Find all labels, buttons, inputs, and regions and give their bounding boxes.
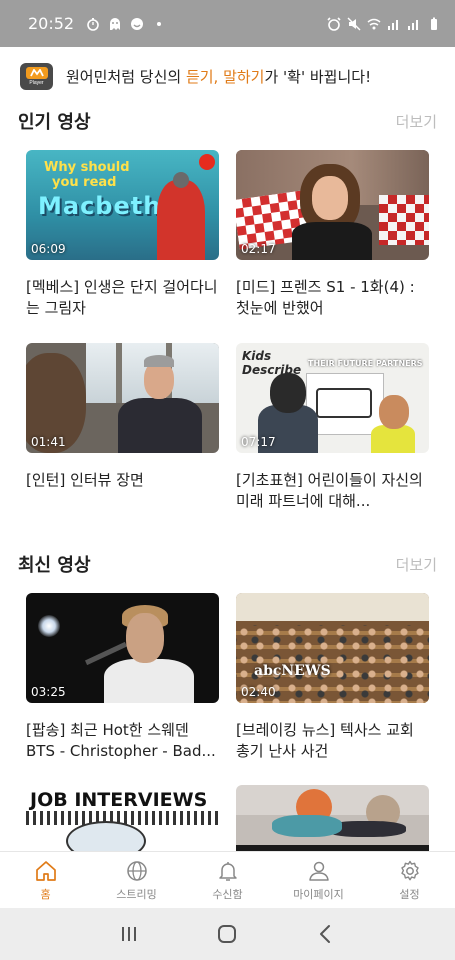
status-right-icons — [327, 16, 441, 31]
bottom-nav: 홈 스트리밍 수신함 마이페이지 설정 — [0, 851, 455, 908]
system-nav-bar — [0, 908, 455, 960]
video-card[interactable]: abcNEWS 02:40 [브레이킹 뉴스] 텍사스 교회 총기 난사 사건 — [236, 593, 429, 762]
signal-icon — [387, 17, 401, 31]
section-title: 최신 영상 — [18, 555, 91, 576]
abc-news-logo: abcNEWS — [254, 663, 331, 679]
status-bar: 20:52 — [0, 0, 455, 47]
dot-icon — [152, 17, 166, 31]
video-card[interactable]: 02:17 [미드] 프렌즈 S1 - 1화(4) : 첫눈에 반했어 — [236, 150, 429, 319]
video-card[interactable]: Why should you read Macbeth? 06:09 [멕베스]… — [26, 150, 219, 319]
video-card[interactable]: JOB INTERVIEWS — [26, 785, 219, 851]
nav-label: 설정 — [399, 887, 420, 901]
nav-item-settings[interactable]: 설정 — [364, 852, 455, 908]
nav-label: 스트리밍 — [116, 887, 157, 901]
promo-banner[interactable]: Player 원어민처럼 당신의 듣기, 말하기가 '확' 바뀝니다! — [0, 47, 455, 105]
back-icon[interactable] — [314, 922, 338, 946]
person-icon — [307, 859, 331, 883]
video-title[interactable]: [팝송] 최근 Hot한 스웨덴 BTS - Christopher - Bad… — [26, 720, 219, 762]
video-thumbnail[interactable]: 02:17 — [236, 150, 429, 260]
video-thumbnail[interactable]: Why should you read Macbeth? 06:09 — [26, 150, 219, 260]
video-duration: 06:09 — [31, 242, 66, 256]
video-thumbnail[interactable] — [236, 785, 429, 851]
battery-icon — [427, 17, 441, 31]
video-card[interactable] — [236, 785, 429, 851]
nav-label: 마이페이지 — [293, 887, 344, 901]
signal-icon — [407, 17, 421, 31]
video-thumbnail[interactable]: 01:41 — [26, 343, 219, 453]
video-thumbnail[interactable]: 03:25 — [26, 593, 219, 703]
section-title: 인기 영상 — [18, 112, 91, 133]
popular-section-header: 인기 영상 더보기 — [0, 107, 455, 135]
ghost-icon — [108, 17, 122, 31]
video-thumbnail[interactable]: JOB INTERVIEWS — [26, 785, 219, 851]
video-duration: 03:25 — [31, 685, 66, 699]
nav-item-inbox[interactable]: 수신함 — [182, 852, 273, 908]
video-card[interactable]: 01:41 [인턴] 인터뷰 장면 — [26, 343, 219, 512]
wifi-icon — [367, 17, 381, 31]
home-circle-icon[interactable] — [215, 922, 239, 946]
video-thumbnail[interactable]: Kids Describe THEIR FUTURE PARTNERS 07:1… — [236, 343, 429, 453]
nav-item-mypage[interactable]: 마이페이지 — [273, 852, 364, 908]
banner-highlight: 듣기, 말하기 — [185, 67, 265, 86]
mute-icon — [347, 17, 361, 31]
status-time: 20:52 — [28, 14, 75, 33]
nav-item-home[interactable]: 홈 — [0, 852, 91, 908]
banner-text: 원어민처럼 당신의 듣기, 말하기가 '확' 바뀝니다! — [66, 67, 372, 86]
video-card[interactable]: 03:25 [팝송] 최근 Hot한 스웨덴 BTS - Christopher… — [26, 593, 219, 762]
face-icon — [130, 17, 144, 31]
gear-icon — [398, 859, 422, 883]
video-duration: 07:17 — [241, 435, 276, 449]
video-duration: 01:41 — [31, 435, 66, 449]
recent-apps-icon[interactable] — [117, 922, 141, 946]
nav-label: 수신함 — [212, 887, 243, 901]
video-title[interactable]: [기초표현] 어린이들이 자신의 미래 파트너에 대해... — [236, 470, 429, 512]
more-link[interactable]: 더보기 — [396, 111, 437, 132]
ted-ed-badge-icon — [199, 154, 215, 170]
video-title[interactable]: [멕베스] 인생은 단지 걸어다니는 그림자 — [26, 277, 219, 319]
home-icon — [34, 859, 58, 883]
video-title[interactable]: [인턴] 인터뷰 장면 — [26, 470, 219, 512]
globe-icon — [125, 859, 149, 883]
status-left-icons — [86, 17, 166, 31]
latest-section-header: 최신 영상 더보기 — [0, 550, 455, 578]
app-logo-label: Player — [29, 79, 44, 86]
timer-icon — [86, 17, 100, 31]
bell-icon — [216, 859, 240, 883]
more-link[interactable]: 더보기 — [396, 554, 437, 575]
video-title[interactable]: [브레이킹 뉴스] 텍사스 교회 총기 난사 사건 — [236, 720, 429, 762]
app-logo: Player — [20, 62, 53, 90]
video-card[interactable]: Kids Describe THEIR FUTURE PARTNERS 07:1… — [236, 343, 429, 512]
video-thumbnail[interactable]: abcNEWS 02:40 — [236, 593, 429, 703]
video-title[interactable]: [미드] 프렌즈 S1 - 1화(4) : 첫눈에 반했어 — [236, 277, 429, 319]
nav-label: 홈 — [40, 887, 51, 901]
video-duration: 02:40 — [241, 685, 276, 699]
nav-item-streaming[interactable]: 스트리밍 — [91, 852, 182, 908]
video-duration: 02:17 — [241, 242, 276, 256]
alarm-icon — [327, 16, 341, 31]
